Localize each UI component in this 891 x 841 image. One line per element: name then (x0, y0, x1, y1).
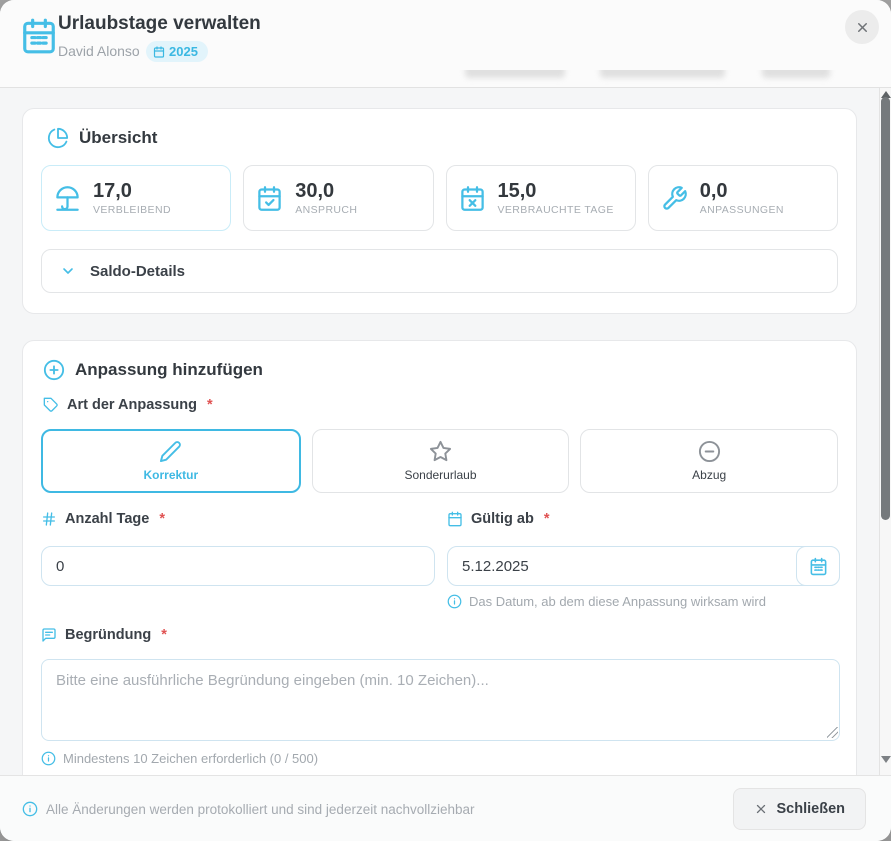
modal-title: Urlaubstage verwalten (58, 13, 261, 35)
type-option-abzug[interactable]: Abzug (580, 429, 838, 493)
add-adjustment-card: Anpassung hinzufügen Art der Anpassung *… (22, 340, 857, 775)
chevron-down-icon (60, 263, 76, 279)
footer-note-text: Alle Änderungen werden protokolliert und… (46, 802, 475, 817)
employee-name: David Alonso (58, 43, 140, 59)
info-icon (22, 801, 38, 817)
info-icon (41, 751, 56, 766)
vertical-scrollbar[interactable] (879, 88, 891, 775)
calendar-icon (153, 46, 165, 58)
modal-body: Übersicht 17,0 VERBLEIBEND (0, 88, 891, 775)
required-marker: * (161, 627, 167, 643)
adjustment-header: Anpassung hinzufügen (43, 359, 263, 381)
manage-vacation-modal: Urlaubstage verwalten David Alonso 2025 (0, 0, 891, 841)
close-modal-button[interactable] (845, 10, 879, 44)
stat-used-days: 15,0 VERBRAUCHTE TAGE (446, 165, 636, 231)
adjustment-title: Anpassung hinzufügen (75, 360, 263, 380)
required-marker: * (544, 511, 550, 527)
valid-from-hint-text: Das Datum, ab dem diese Anpassung wirksa… (469, 594, 766, 609)
screen: Urlaubstage verwalten David Alonso 2025 (0, 0, 891, 841)
ghost-text (762, 70, 830, 78)
close-icon (855, 20, 870, 35)
comment-icon (41, 627, 57, 643)
stat-label: ANPASSUNGEN (700, 204, 784, 216)
wrench-icon (661, 185, 688, 212)
valid-from-hint: Das Datum, ab dem diese Anpassung wirksa… (447, 594, 766, 609)
open-datepicker-button[interactable] (796, 546, 840, 586)
scrollbar-thumb[interactable] (881, 97, 890, 520)
valid-from-input[interactable] (447, 546, 840, 586)
stat-label: ANSPRUCH (295, 204, 357, 216)
stat-value: 0,0 (700, 180, 784, 202)
type-option-sonderurlaub[interactable]: Sonderurlaub (312, 429, 570, 493)
close-button[interactable]: Schließen (733, 788, 867, 830)
footer-note: Alle Änderungen werden protokolliert und… (22, 801, 475, 817)
reason-label-text: Begründung (65, 627, 151, 643)
valid-from-label-text: Gültig ab (471, 511, 534, 527)
beach-umbrella-icon (54, 185, 81, 212)
calendar-icon (20, 17, 58, 55)
type-option-label: Sonderurlaub (404, 468, 476, 482)
required-marker: * (207, 397, 213, 413)
type-option-label: Korrektur (143, 468, 198, 482)
stat-label: VERBLEIBEND (93, 204, 171, 216)
type-option-korrektur[interactable]: Korrektur (41, 429, 301, 493)
modal-header: Urlaubstage verwalten David Alonso 2025 (0, 0, 891, 70)
pencil-icon (159, 440, 182, 463)
close-button-label: Schließen (777, 801, 846, 817)
pie-chart-icon (47, 127, 69, 149)
valid-from-label: Gültig ab * (447, 511, 550, 527)
hash-icon (41, 511, 57, 527)
stat-label: VERBRAUCHTE TAGE (498, 204, 614, 216)
adjustment-type-label-text: Art der Anpassung (67, 397, 197, 413)
tag-icon (43, 397, 59, 413)
reason-hint: Mindestens 10 Zeichen erforderlich (0 / … (41, 751, 318, 766)
calendar-check-icon (256, 185, 283, 212)
stat-value: 15,0 (498, 180, 614, 202)
calendar-x-icon (459, 185, 486, 212)
adjustment-type-options: Korrektur Sonderurlaub Abzug (41, 429, 838, 493)
calendar-icon (447, 511, 463, 527)
overview-title: Übersicht (79, 128, 157, 148)
saldo-details-label: Saldo-Details (90, 263, 185, 280)
ghost-text (465, 70, 565, 78)
close-icon (754, 802, 768, 816)
stat-remaining: 17,0 VERBLEIBEND (41, 165, 231, 231)
days-input[interactable] (41, 546, 435, 586)
required-marker: * (159, 511, 165, 527)
days-label: Anzahl Tage * (41, 511, 165, 527)
reason-label: Begründung * (41, 627, 167, 643)
reason-hint-text: Mindestens 10 Zeichen erforderlich (0 / … (63, 751, 318, 766)
stat-adjustments: 0,0 ANPASSUNGEN (648, 165, 838, 231)
year-badge: 2025 (146, 41, 208, 62)
stat-value: 30,0 (295, 180, 357, 202)
plus-circle-icon (43, 359, 65, 381)
valid-from-field (447, 546, 840, 586)
scroll-down-arrow-icon[interactable] (881, 756, 891, 763)
modal-footer: Alle Änderungen werden protokolliert und… (0, 775, 891, 841)
star-icon (429, 440, 452, 463)
minus-circle-icon (698, 440, 721, 463)
overview-card: Übersicht 17,0 VERBLEIBEND (22, 108, 857, 314)
type-option-label: Abzug (692, 468, 726, 482)
stat-value: 17,0 (93, 180, 171, 202)
clipped-scrolled-content (0, 70, 891, 88)
adjustment-type-label: Art der Anpassung * (43, 397, 213, 413)
overview-header: Übersicht (47, 127, 157, 149)
calendar-icon (809, 557, 828, 576)
saldo-details-toggle[interactable]: Saldo-Details (41, 249, 838, 293)
reason-textarea[interactable] (41, 659, 840, 741)
ghost-text (600, 70, 725, 78)
stat-entitlement: 30,0 ANSPRUCH (243, 165, 433, 231)
days-label-text: Anzahl Tage (65, 511, 149, 527)
stats-row: 17,0 VERBLEIBEND 30,0 ANSPRUCH (41, 165, 838, 231)
year-badge-label: 2025 (169, 44, 198, 59)
info-icon (447, 594, 462, 609)
